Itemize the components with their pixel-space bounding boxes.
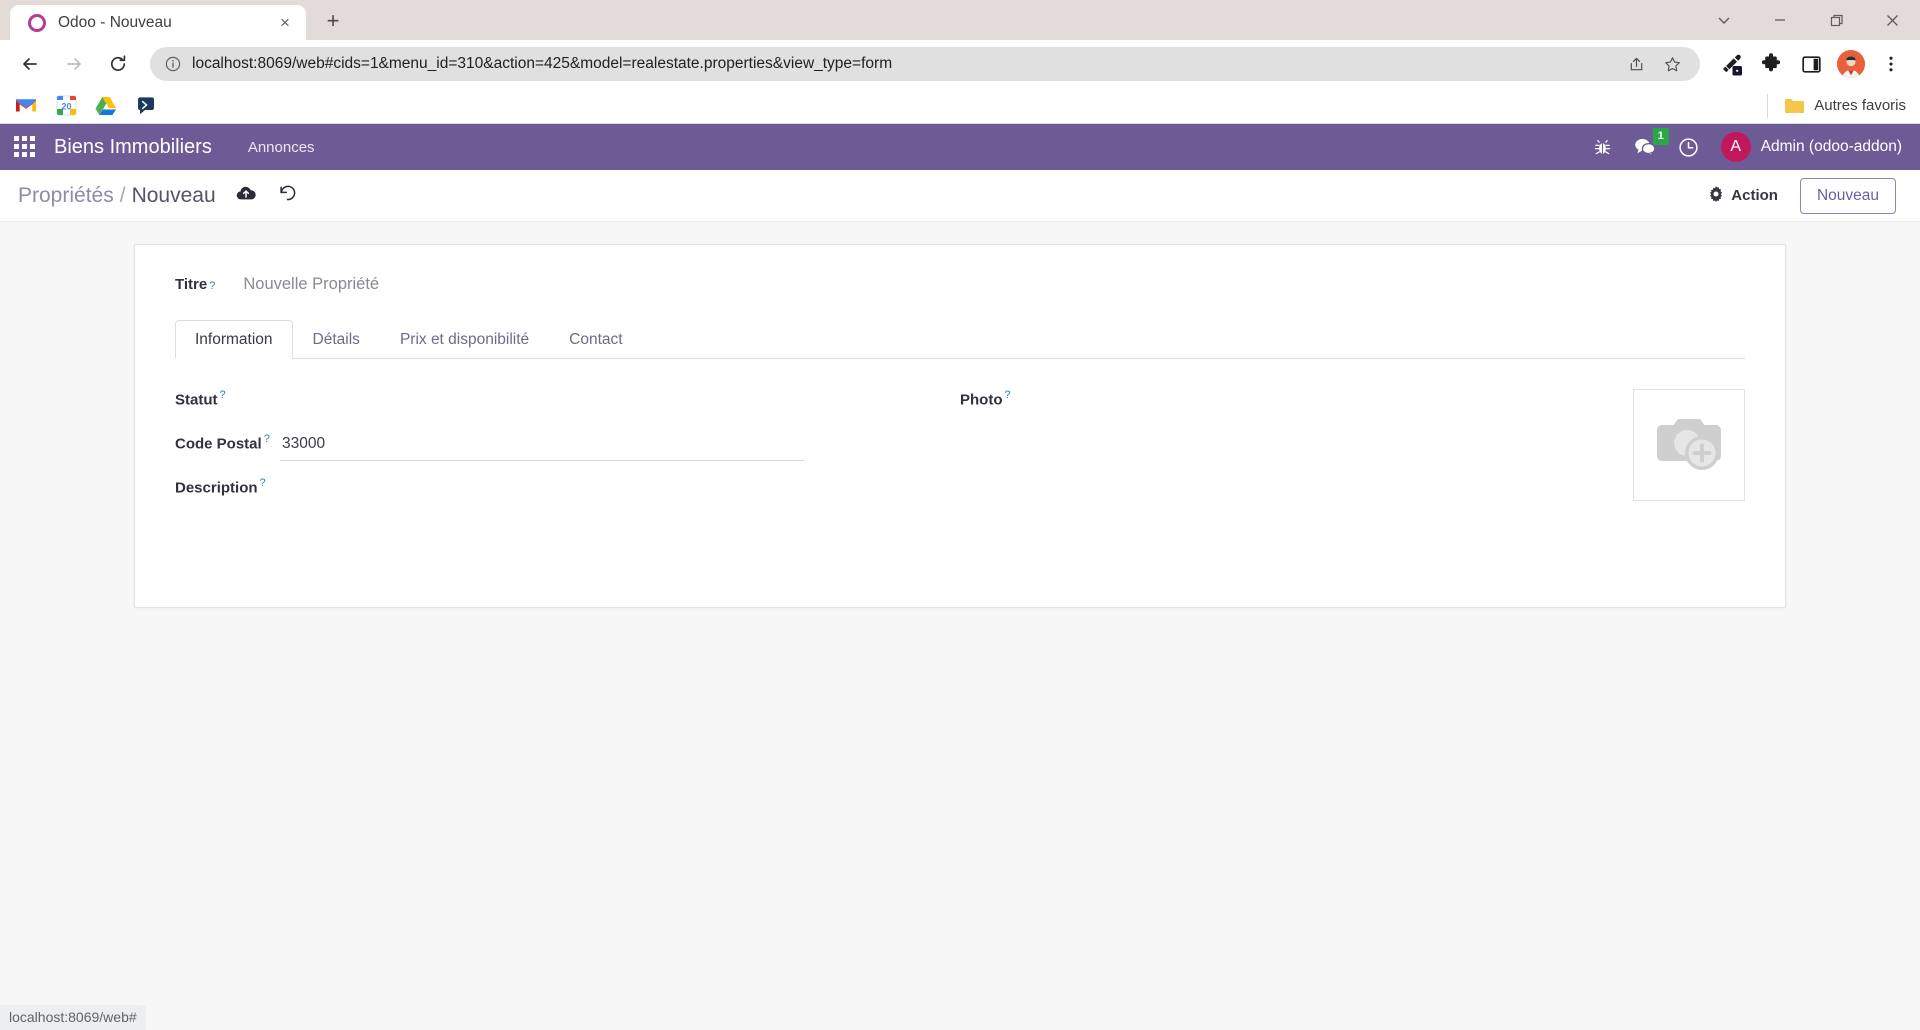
extensions-puzzle-icon[interactable] [1754,47,1788,81]
field-description-help-icon[interactable]: ? [260,477,266,489]
title-field-value[interactable]: Nouvelle Propriété [243,275,379,294]
navbar-right-group: 1 A Admin (odoo-addon) [1593,128,1902,162]
field-description-label: Description [175,479,258,497]
breadcrumb-separator: / [119,183,126,207]
tab-information[interactable]: Information [175,320,293,359]
bookmark-google-calendar-icon[interactable]: 20 [54,94,78,118]
cloud-upload-icon[interactable] [236,185,256,206]
navbar-menu-annonces[interactable]: Annonces [248,139,315,156]
action-menu-button[interactable]: Action [1708,185,1778,206]
field-description-label-group: Description? [175,477,280,497]
bug-icon[interactable] [1593,138,1612,157]
title-field-row: Titre ? Nouvelle Propriété [175,275,1745,294]
tab-panel-information: Statut? Code Postal? 33000 Description ?… [175,359,1745,521]
site-info-icon[interactable] [164,55,182,73]
chrome-menu-icon[interactable] [1874,47,1908,81]
notebook-tabs: Information Détails Prix et disponibilit… [175,320,1745,359]
share-icon[interactable] [1622,50,1650,78]
camera-add-icon [1654,412,1724,479]
maximize-icon[interactable] [1808,0,1864,40]
browser-status-bar: localhost:8069/web# [0,1005,146,1030]
bookmarks-bar: 20 Autres favoris [0,88,1920,124]
control-panel-right: Action Nouveau [1708,177,1896,214]
minimize-icon[interactable] [1752,0,1808,40]
field-photo-label: Photo [960,391,1003,409]
field-photo-label-group: Photo? [960,389,1011,521]
other-bookmarks-label: Autres favoris [1814,97,1906,114]
user-menu[interactable]: A Admin (odoo-addon) [1720,132,1902,162]
forward-button[interactable] [56,46,92,82]
breadcrumb-parent[interactable]: Propriétés [18,184,114,208]
tab-strip: Odoo - Nouveau × + [0,0,1920,40]
bookmark-gmail-icon[interactable] [14,94,38,118]
new-record-button[interactable]: Nouveau [1799,177,1896,214]
browser-tab[interactable]: Odoo - Nouveau × [10,5,306,40]
form-view-container: Titre ? Nouvelle Propriété Information D… [0,222,1920,1030]
action-menu-label: Action [1731,187,1778,204]
folder-icon [1782,94,1806,118]
field-statut-label: Statut [175,391,218,409]
apps-grid-icon[interactable] [14,136,36,158]
odoo-navbar: Biens Immobiliers Annonces 1 A Admin (od… [0,124,1920,170]
side-panel-icon[interactable] [1794,47,1828,81]
tab-prix-et-disponibilite[interactable]: Prix et disponibilité [380,320,549,359]
code-postal-input[interactable] [280,433,804,462]
field-code-postal-label-group: Code Postal? [175,433,280,453]
tab-contact[interactable]: Contact [549,320,642,359]
field-statut-label-group: Statut? [175,389,280,409]
form-column-right: Photo? [960,389,1745,521]
svg-text:20: 20 [61,102,71,112]
close-tab-icon[interactable]: × [274,12,296,34]
bookmark-google-drive-icon[interactable] [94,94,118,118]
other-bookmarks-button[interactable]: Autres favoris [1767,93,1906,118]
new-tab-button[interactable]: + [316,4,350,38]
field-description: Description? [175,477,924,513]
address-bar[interactable]: localhost:8069/web#cids=1&menu_id=310&ac… [150,47,1700,81]
clock-icon[interactable] [1678,137,1699,158]
close-window-icon[interactable] [1864,0,1920,40]
form-sheet: Titre ? Nouvelle Propriété Information D… [134,244,1786,608]
field-code-postal-control [280,433,924,462]
undo-icon[interactable] [278,184,297,207]
control-panel: Propriétés / Nouveau Action Nouveau [0,170,1920,222]
odoo-favicon-icon [28,13,46,32]
record-actions [236,184,297,207]
field-code-postal-label: Code Postal [175,435,262,453]
tab-details[interactable]: Détails [293,320,380,359]
profile-avatar[interactable] [1834,47,1868,81]
address-bar-text[interactable]: localhost:8069/web#cids=1&menu_id=310&ac… [192,55,1614,73]
field-code-postal: Code Postal? [175,433,924,469]
browser-toolbar: localhost:8069/web#cids=1&menu_id=310&ac… [0,40,1920,88]
photo-upload-box[interactable] [1633,389,1745,501]
bookmark-star-icon[interactable] [1658,50,1686,78]
messages-icon[interactable]: 1 [1634,128,1669,157]
gear-icon [1708,185,1724,206]
bookmark-chat-app-icon[interactable] [134,94,158,118]
user-avatar: A [1720,132,1751,162]
title-field-help-icon[interactable]: ? [209,280,215,292]
breadcrumb-current: Nouveau [131,183,216,207]
eyedropper-extension-icon[interactable] [1714,47,1748,81]
form-column-left: Statut? Code Postal? 33000 Description ? [175,389,960,521]
field-photo-help-icon[interactable]: ? [1005,389,1011,401]
app-brand-name[interactable]: Biens Immobiliers [54,136,212,159]
breadcrumb: Propriétés / Nouveau [18,184,216,208]
window-controls [1696,0,1920,40]
odoo-application: Biens Immobiliers Annonces 1 A Admin (od… [0,124,1920,1030]
title-field-label: Titre [175,276,208,293]
messages-badge-count: 1 [1652,128,1669,145]
tab-title: Odoo - Nouveau [58,13,172,31]
browser-window: Odoo - Nouveau × + localhost:8069/web#ci… [0,0,1920,1030]
back-button[interactable] [12,46,48,82]
field-statut-help-icon[interactable]: ? [220,389,226,401]
field-statut: Statut? [175,389,924,425]
tab-search-icon[interactable] [1696,0,1752,40]
field-code-postal-help-icon[interactable]: ? [264,433,270,445]
user-name-label: Admin (odoo-addon) [1760,138,1902,155]
reload-button[interactable] [100,46,136,82]
